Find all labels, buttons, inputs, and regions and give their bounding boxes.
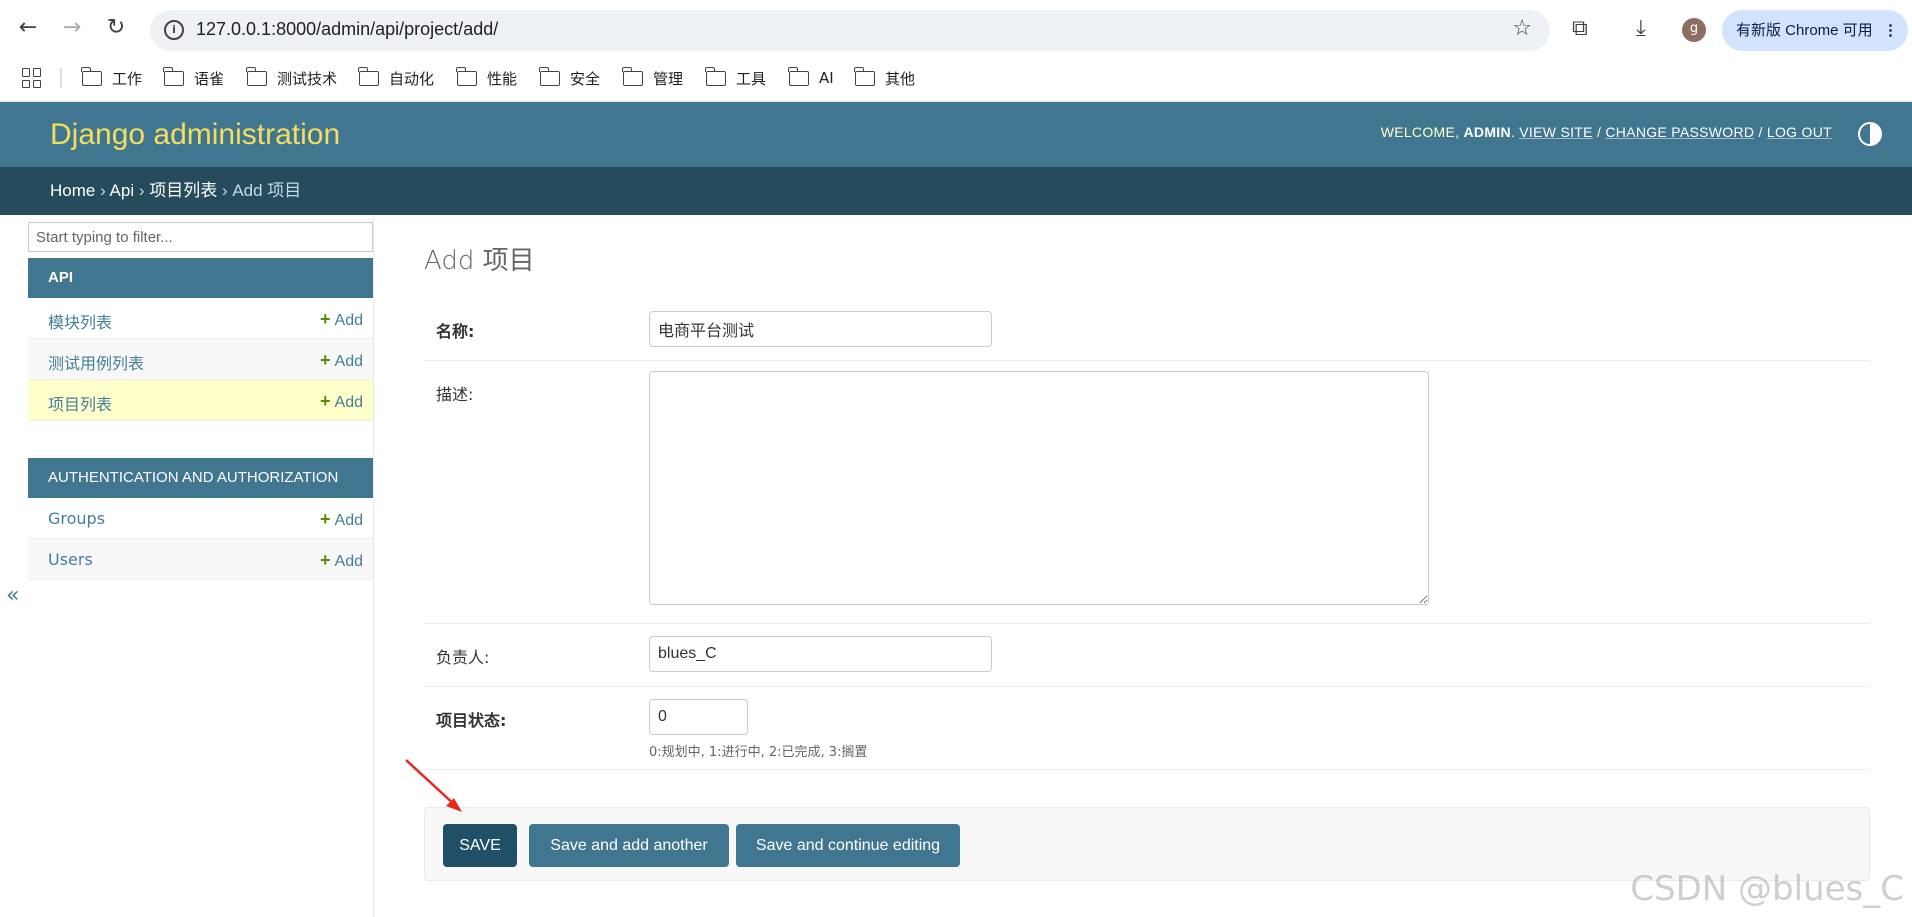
- username: ADMIN: [1463, 124, 1511, 140]
- folder-icon: [81, 66, 102, 86]
- add-link[interactable]: + Add: [320, 550, 363, 571]
- folder-icon: [788, 66, 809, 86]
- reload-icon[interactable]: ↻: [102, 14, 130, 42]
- chrome-update-label: 有新版 Chrome 可用: [1736, 22, 1873, 39]
- change-password-link[interactable]: CHANGE PASSWORD: [1605, 124, 1754, 140]
- save-and-continue-button[interactable]: Save and continue editing: [736, 824, 960, 867]
- bookmark-folder-ai[interactable]: AI: [788, 66, 834, 90]
- nav-sidebar: API 模块列表 +Add 测试用例列表 +Add 项目列表 +Add AUTH…: [0, 215, 374, 917]
- module-caption-api[interactable]: API: [28, 258, 373, 298]
- sidebar-item-label[interactable]: 模块列表: [48, 309, 112, 333]
- plus-icon: +: [320, 309, 331, 329]
- bookmark-folder-other[interactable]: 其他: [854, 66, 915, 90]
- folder-icon: [456, 66, 477, 86]
- breadcrumb-model[interactable]: 项目列表: [149, 181, 217, 200]
- owner-field[interactable]: [649, 636, 992, 672]
- bookmark-star-icon[interactable]: ☆: [1512, 16, 1532, 41]
- folder-icon: [358, 66, 379, 86]
- chrome-update-button[interactable]: 有新版 Chrome 可用 ⋮: [1722, 10, 1908, 51]
- bookmark-folder-work[interactable]: 工作: [81, 66, 142, 90]
- plus-icon: +: [320, 391, 331, 411]
- folder-icon: [539, 66, 560, 86]
- browser-toolbar: ← → ↻ i 127.0.0.1:8000/admin/api/project…: [0, 0, 1912, 60]
- add-link[interactable]: + Add: [320, 391, 363, 412]
- sidebar-item-project-list[interactable]: 项目列表 + Add: [28, 380, 373, 421]
- extensions-icon[interactable]: ⧉: [1572, 16, 1588, 41]
- user-tools: WELCOME, ADMIN. VIEW SITE / CHANGE PASSW…: [1380, 124, 1832, 140]
- status-help-text: 0:规划中, 1:进行中, 2:已完成, 3:搁置: [649, 745, 868, 760]
- folder-icon: [854, 66, 875, 86]
- breadcrumb-home[interactable]: Home: [50, 181, 95, 200]
- sidebar-item-users[interactable]: Users + Add: [28, 539, 373, 580]
- bookmark-folder-management[interactable]: 管理: [622, 66, 683, 90]
- site-branding[interactable]: Django administration: [50, 118, 340, 152]
- sidebar-item-label[interactable]: Users: [48, 550, 93, 569]
- save-and-add-another-button[interactable]: Save and add another: [529, 824, 729, 867]
- bookmark-folder-automation[interactable]: 自动化: [358, 66, 434, 90]
- address-bar[interactable]: i 127.0.0.1:8000/admin/api/project/add/ …: [150, 10, 1550, 51]
- description-field[interactable]: [649, 371, 1429, 605]
- module-caption-auth[interactable]: AUTHENTICATION AND AUTHORIZATION: [28, 458, 373, 498]
- name-label: 名称:: [436, 322, 475, 341]
- page-title: Add 项目: [424, 246, 535, 276]
- folder-icon: [246, 66, 267, 86]
- apps-grid-icon[interactable]: [22, 68, 42, 88]
- admin-header: Django administration WELCOME, ADMIN. VI…: [0, 102, 1912, 167]
- sidebar-item-module-list[interactable]: 模块列表 + Add: [28, 298, 373, 339]
- bookmark-folder-security[interactable]: 安全: [539, 66, 600, 90]
- url-text[interactable]: 127.0.0.1:8000/admin/api/project/add/: [196, 19, 498, 40]
- breadcrumb-current: Add 项目: [232, 181, 302, 200]
- plus-icon: +: [320, 350, 331, 370]
- bookmark-folder-performance[interactable]: 性能: [456, 66, 517, 90]
- sidebar-item-groups[interactable]: Groups + Add: [28, 498, 373, 539]
- theme-toggle-icon[interactable]: [1858, 122, 1882, 146]
- status-field[interactable]: [649, 699, 748, 735]
- form-row-owner: 负责人:: [424, 624, 1870, 687]
- bookmark-divider: [60, 68, 62, 88]
- owner-label: 负责人:: [436, 648, 490, 667]
- add-link[interactable]: + Add: [320, 309, 363, 330]
- description-label: 描述:: [436, 385, 474, 404]
- red-arrow-annotation: [405, 759, 462, 812]
- folder-icon: [163, 66, 184, 86]
- site-info-icon[interactable]: i: [164, 20, 184, 40]
- bookmark-folder-tools[interactable]: 工具: [705, 66, 766, 90]
- sidebar-filter-input[interactable]: [28, 222, 373, 252]
- breadcrumb: Home › Api › 项目列表 › Add 项目: [0, 167, 1912, 215]
- sidebar-item-label[interactable]: 测试用例列表: [48, 350, 144, 374]
- status-label: 项目状态:: [436, 711, 507, 730]
- forward-arrow-icon[interactable]: →: [58, 14, 86, 42]
- download-icon[interactable]: ⤓: [1636, 16, 1646, 41]
- watermark: CSDN @blues_C: [1630, 869, 1904, 909]
- add-link[interactable]: + Add: [320, 350, 363, 371]
- back-arrow-icon[interactable]: ←: [14, 14, 42, 42]
- welcome-text: WELCOME,: [1380, 124, 1464, 140]
- plus-icon: +: [320, 550, 331, 570]
- log-out-link[interactable]: LOG OUT: [1767, 124, 1832, 140]
- sidebar-collapse-button[interactable]: «: [6, 583, 19, 608]
- name-field[interactable]: [649, 311, 992, 347]
- save-button[interactable]: SAVE: [443, 824, 517, 867]
- view-site-link[interactable]: VIEW SITE: [1519, 124, 1593, 140]
- folder-icon: [622, 66, 643, 86]
- folder-icon: [705, 66, 726, 86]
- add-link[interactable]: + Add: [320, 509, 363, 530]
- form-row-description: 描述:: [424, 361, 1870, 624]
- profile-avatar[interactable]: g: [1682, 18, 1706, 42]
- form-row-name: 名称:: [424, 296, 1870, 361]
- breadcrumb-app[interactable]: Api: [110, 181, 135, 200]
- sidebar-item-label[interactable]: 项目列表: [48, 391, 112, 415]
- form-row-status: 项目状态: 0:规划中, 1:进行中, 2:已完成, 3:搁置: [424, 687, 1870, 770]
- bookmarks-bar: 工作 语雀 测试技术 自动化 性能 安全 管理 工具 AI 其他: [0, 60, 1912, 102]
- bookmark-folder-yuque[interactable]: 语雀: [163, 66, 224, 90]
- plus-icon: +: [320, 509, 331, 529]
- sidebar-item-testcase-list[interactable]: 测试用例列表 + Add: [28, 339, 373, 380]
- more-menu-icon[interactable]: ⋮: [1883, 10, 1898, 51]
- sidebar-item-label[interactable]: Groups: [48, 509, 105, 528]
- bookmark-folder-testing[interactable]: 测试技术: [246, 66, 337, 90]
